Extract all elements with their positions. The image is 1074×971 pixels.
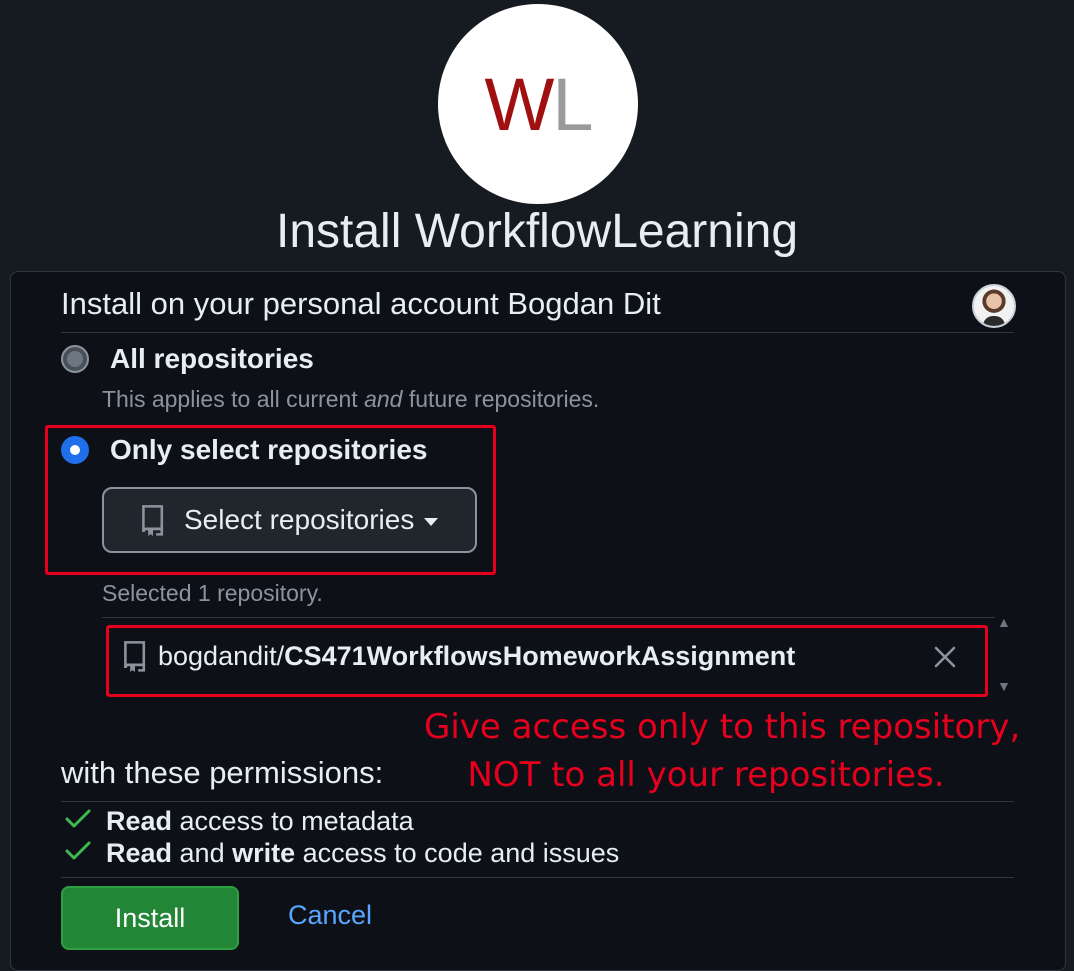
permission-level: Read bbox=[106, 838, 173, 868]
permission-item: Read access to metadata bbox=[64, 806, 414, 837]
permission-level: Read bbox=[106, 806, 173, 836]
account-heading: Install on your personal account Bogdan … bbox=[61, 286, 661, 321]
all-repositories-label[interactable]: All repositories bbox=[110, 343, 314, 375]
avatar bbox=[972, 284, 1016, 328]
permissions-heading: with these permissions: bbox=[61, 755, 384, 790]
check-icon bbox=[64, 838, 94, 869]
desc-emphasis: and bbox=[364, 386, 403, 412]
annotation-line-1: Give access only to this repository, bbox=[424, 707, 1021, 747]
scroll-up-icon[interactable]: ▲ bbox=[997, 614, 1011, 630]
all-repositories-description: This applies to all current and future r… bbox=[102, 386, 599, 413]
permission-item: Read and write access to code and issues bbox=[64, 838, 619, 869]
annotation-text: Give access only to this repository, NOT… bbox=[424, 703, 1021, 799]
install-button[interactable]: Install bbox=[61, 886, 239, 950]
permission-desc: and bbox=[172, 838, 233, 868]
permission-text: Read and write access to code and issues bbox=[106, 838, 619, 869]
all-repositories-radio[interactable] bbox=[61, 345, 89, 373]
divider bbox=[61, 332, 1014, 333]
permission-text: Read access to metadata bbox=[106, 806, 414, 837]
annotation-highlight-repo bbox=[106, 625, 988, 697]
desc-text: future repositories. bbox=[402, 386, 600, 412]
annotation-line-2: NOT to all your repositories. bbox=[467, 755, 945, 795]
page-title: Install WorkflowLearning bbox=[275, 205, 799, 258]
permission-desc: access to metadata bbox=[172, 806, 414, 836]
permission-level: write bbox=[232, 838, 296, 868]
selected-count: Selected 1 repository. bbox=[102, 580, 323, 606]
check-icon bbox=[64, 806, 94, 837]
annotation-highlight-select bbox=[45, 425, 496, 575]
permission-desc: access to code and issues bbox=[295, 838, 620, 868]
scroll-down-icon[interactable]: ▼ bbox=[997, 678, 1011, 694]
cancel-link[interactable]: Cancel bbox=[288, 900, 372, 931]
logo-letter-w: W bbox=[484, 62, 554, 146]
app-logo: WL bbox=[438, 4, 638, 204]
divider bbox=[61, 877, 1014, 878]
divider bbox=[61, 801, 1014, 802]
desc-text: This applies to all current bbox=[102, 386, 365, 412]
logo-letter-l: L bbox=[552, 62, 593, 146]
